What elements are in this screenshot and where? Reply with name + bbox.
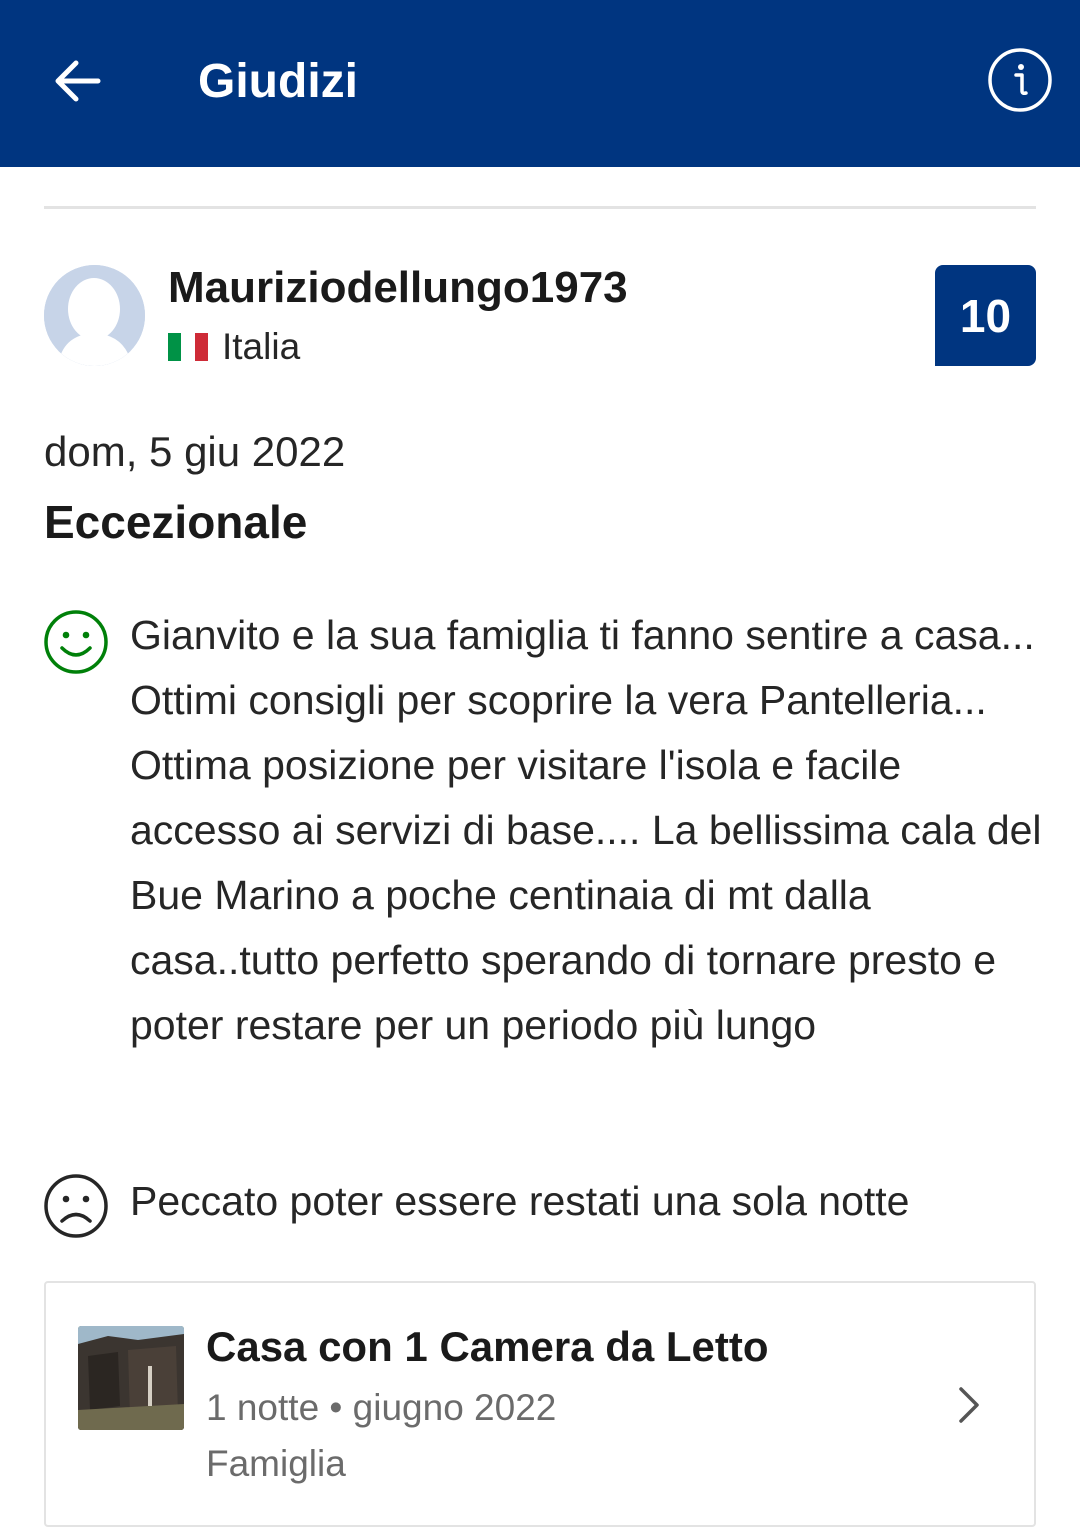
room-stay-card[interactable]: Casa con 1 Camera da Letto 1 notte • giu… xyxy=(44,1281,1036,1527)
arrow-left-icon xyxy=(55,60,101,102)
score-badge: 10 xyxy=(935,265,1036,366)
avatar xyxy=(44,265,145,366)
reviewer-name: Mauriziodellungo1973 xyxy=(168,263,628,312)
chevron-right-icon xyxy=(959,1387,979,1423)
positive-comment: Gianvito e la sua famiglia ti fanno sent… xyxy=(130,612,1042,1048)
room-photo-thumbnail xyxy=(78,1326,184,1430)
review-headline: Eccezionale xyxy=(44,496,308,548)
divider xyxy=(44,206,1036,209)
smiley-happy-icon xyxy=(44,610,108,674)
page-title: Giudizi xyxy=(198,55,358,108)
traveler-type: Famiglia xyxy=(206,1443,346,1484)
app-bar: Giudizi xyxy=(0,0,1080,167)
info-button[interactable] xyxy=(984,44,1056,116)
italy-flag-icon xyxy=(168,333,208,361)
default-avatar-icon xyxy=(44,265,145,366)
room-name: Casa con 1 Camera da Letto xyxy=(206,1323,769,1370)
country-name: Italia xyxy=(222,326,301,367)
stay-details: 1 notte • giugno 2022 xyxy=(206,1387,557,1428)
info-circle-icon xyxy=(988,48,1052,112)
back-button[interactable] xyxy=(46,50,108,112)
smiley-sad-icon xyxy=(44,1174,108,1238)
reviewer-country: Italia xyxy=(168,324,300,370)
review-date: dom, 5 giu 2022 xyxy=(44,428,346,475)
negative-comment: Peccato poter essere restati una sola no… xyxy=(130,1178,910,1224)
